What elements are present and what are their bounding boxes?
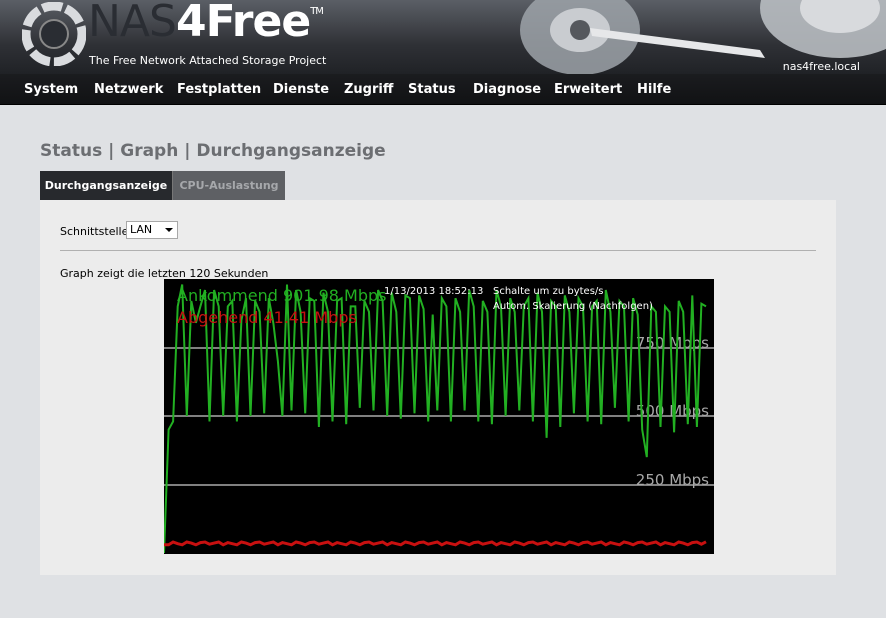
app-header: NAS4FreeTM The Free Network Attached Sto… [0,0,886,74]
chevron-down-icon [165,228,173,232]
brand-prefix: NAS [88,0,177,47]
interface-select[interactable]: LAN [126,221,178,239]
incoming-legend: Ankommend 901.98 Mbps [177,286,387,305]
y-tick-label-250: 250 Mbps [636,471,709,489]
interface-select-value: LAN [130,223,153,236]
outgoing-series-line [164,540,707,547]
interface-label: Schnittstelle: [60,225,133,238]
trademark: TM [310,6,324,17]
content-panel: Schnittstelle: LAN Graph zeigt die letzt… [40,200,836,575]
y-tick-label-750: 750 Mbps [636,334,709,352]
autoscale-link[interactable]: Autom. Skalierung (Nachfolgen) [493,301,653,312]
nav-item-zugriff[interactable]: Zugriff [344,82,393,97]
nav-item-festplatten[interactable]: Festplatten [177,82,261,97]
nav-item-diagnose[interactable]: Diagnose [473,82,541,97]
main-nav: System Netzwerk Festplatten Dienste Zugr… [0,74,886,105]
nav-item-erweitert[interactable]: Erweitert [554,82,622,97]
brand-logo: NAS4FreeTM [88,0,324,47]
page-title: Status | Graph | Durchgangsanzeige [40,141,386,161]
nav-item-netzwerk[interactable]: Netzwerk [94,82,163,97]
brand-suffix: 4Free [175,0,311,47]
bandwidth-graph: 750 Mbps 500 Mbps 250 Mbps Ankommend 901… [164,279,714,554]
hostname: nas4free.local [782,60,860,73]
toggle-units-link[interactable]: Schalte um zu bytes/s [493,286,604,297]
bandwidth-graph-svg: 750 Mbps 500 Mbps 250 Mbps Ankommend 901… [164,284,714,554]
outgoing-legend: Abgehend 41.41 Mbps [177,308,357,327]
tab-durchgangsanzeige[interactable]: Durchgangsanzeige [40,171,172,200]
nav-item-dienste[interactable]: Dienste [273,82,329,97]
nav-item-status[interactable]: Status [408,82,456,97]
nas4free-logo-icon [22,2,86,66]
tab-cpu-auslastung[interactable]: CPU-Auslastung [172,171,285,200]
tagline: The Free Network Attached Storage Projec… [89,54,327,67]
divider [60,250,816,251]
nav-item-hilfe[interactable]: Hilfe [637,82,671,97]
nav-item-system[interactable]: System [24,82,78,97]
graph-timestamp: 1/13/2013 18:52:13 [384,286,483,297]
